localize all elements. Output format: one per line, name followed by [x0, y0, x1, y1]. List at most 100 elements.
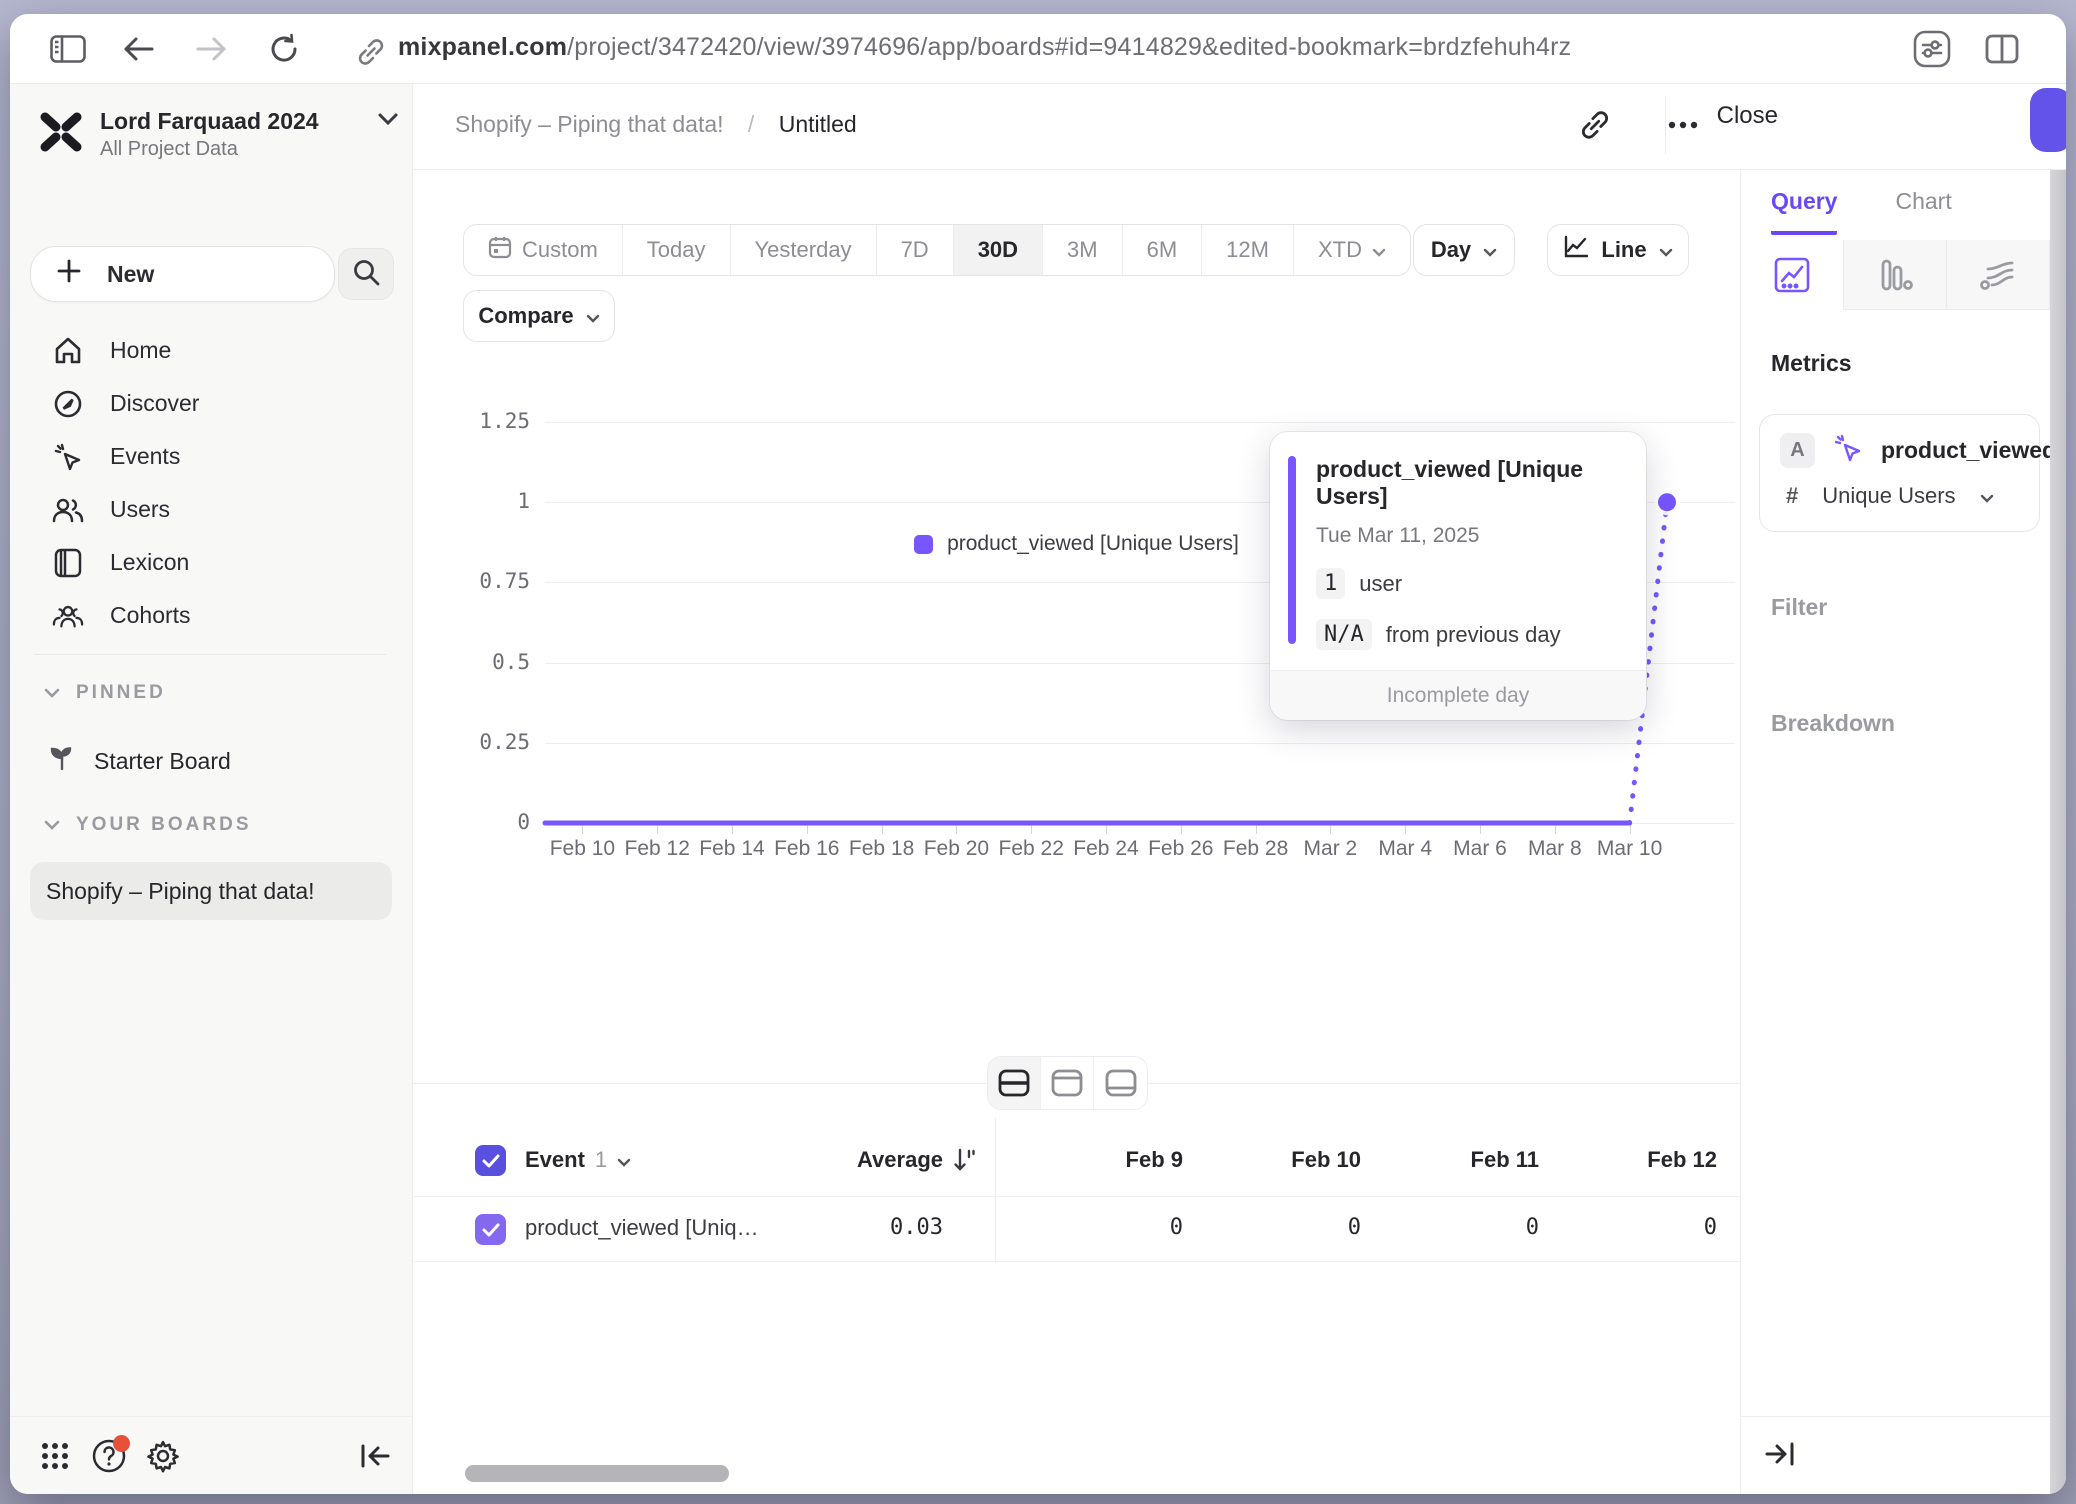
reader-settings-icon[interactable] — [1910, 27, 1954, 71]
search-button[interactable] — [338, 248, 394, 300]
plus-icon — [57, 259, 81, 289]
tooltip-accent-bar — [1288, 456, 1296, 644]
select-all-checkbox[interactable] — [475, 1145, 506, 1176]
layout-table-toggle[interactable] — [1094, 1057, 1147, 1109]
header-divider — [1665, 96, 1666, 154]
table-row[interactable]: product_viewed [Uniq… 0.03 0000 — [413, 1196, 1740, 1262]
project-switcher[interactable]: Lord Farquaad 2024 All Project Data — [38, 108, 388, 161]
metric-aggregation[interactable]: # Unique Users — [1786, 483, 1994, 509]
settings-gear-icon[interactable] — [140, 1433, 186, 1479]
apps-grid-icon[interactable] — [32, 1433, 78, 1479]
users-icon — [52, 496, 84, 524]
range-30d[interactable]: 30D — [954, 225, 1043, 275]
x-axis-tick-label: Mar 10 — [1597, 837, 1662, 861]
x-axis-tick-label: Feb 26 — [1148, 837, 1213, 861]
breadcrumb-board-link[interactable]: Shopify – Piping that data! — [455, 111, 724, 137]
table-cell-value: 0 — [1361, 1215, 1539, 1240]
chart-kind-flow-tab[interactable] — [1947, 240, 2050, 309]
browser-sidebar-toggle-icon[interactable] — [46, 27, 90, 71]
layout-toggle-group — [987, 1056, 1148, 1110]
layout-split-toggle[interactable] — [988, 1057, 1041, 1109]
sidebar-item-lexicon[interactable]: Lexicon — [10, 536, 412, 589]
granularity-dropdown[interactable]: Day — [1413, 224, 1515, 276]
more-options-icon[interactable] — [1660, 102, 1706, 148]
range-7d[interactable]: 7D — [877, 225, 954, 275]
row-checkbox[interactable] — [475, 1214, 506, 1245]
x-axis-tick-label: Feb 18 — [849, 837, 914, 861]
project-chevron-down-icon[interactable] — [378, 112, 398, 130]
chart-kind-bar-tab[interactable] — [1844, 240, 1947, 309]
split-view-icon[interactable] — [1980, 27, 2024, 71]
collapse-sidebar-icon[interactable] — [352, 1433, 398, 1479]
tab-query[interactable]: Query — [1771, 188, 1837, 235]
horizontal-scrollbar-thumb[interactable] — [465, 1465, 729, 1482]
range-6m[interactable]: 6M — [1123, 225, 1203, 275]
forward-icon[interactable] — [190, 27, 234, 71]
sidebar-footer — [10, 1416, 412, 1494]
filter-header[interactable]: Filter — [1771, 594, 1827, 621]
range-3m[interactable]: 3M — [1043, 225, 1123, 275]
sidebar-item-starter-board[interactable]: Starter Board — [48, 744, 231, 778]
back-icon[interactable] — [116, 27, 160, 71]
vertical-scrollbar[interactable] — [2050, 170, 2066, 1494]
table-date-column-header[interactable]: Feb 9 — [1005, 1147, 1183, 1173]
event-column-header[interactable]: Event 1 — [525, 1147, 631, 1173]
sidebar-item-board-shopify[interactable]: Shopify – Piping that data! — [30, 862, 392, 920]
chart-type-dropdown[interactable]: Line — [1547, 224, 1689, 276]
breakdown-header[interactable]: Breakdown — [1771, 710, 1895, 737]
range-today[interactable]: Today — [623, 225, 731, 275]
report-title[interactable]: Untitled — [779, 111, 857, 137]
pinned-section-header[interactable]: PINNED — [44, 682, 166, 704]
report-main: Custom Today Yesterday 7D 30D 3M 6M 12M … — [413, 170, 1740, 1494]
table-date-column-header[interactable]: Feb 12 — [1539, 1147, 1717, 1173]
range-12m[interactable]: 12M — [1202, 225, 1294, 275]
range-custom[interactable]: Custom — [464, 225, 623, 275]
compare-dropdown[interactable]: Compare — [463, 290, 615, 342]
table-date-column-header[interactable]: Feb 11 — [1361, 1147, 1539, 1173]
sidebar-item-events[interactable]: Events — [10, 430, 412, 483]
collapse-panel-icon[interactable] — [1757, 1431, 1803, 1477]
chart-tooltip: product_viewed [Unique Users] Tue Mar 11… — [1270, 432, 1646, 720]
tab-chart[interactable]: Chart — [1895, 188, 1951, 235]
browser-toolbar: mixpanel.com/project/3472420/view/397469… — [10, 14, 2066, 84]
tooltip-date: Tue Mar 11, 2025 — [1316, 524, 1620, 548]
chevron-down-icon — [1372, 237, 1386, 263]
sidebar-item-label: Lexicon — [110, 549, 189, 576]
help-icon[interactable] — [86, 1433, 132, 1479]
metrics-header: Metrics — [1771, 350, 1852, 377]
tooltip-value: 1 — [1316, 568, 1345, 599]
row-event-name: product_viewed [Uniq… — [525, 1215, 759, 1241]
close-button[interactable]: Close — [1717, 102, 1778, 130]
y-axis-tick-label: 0.25 — [440, 730, 530, 754]
hover-point-marker[interactable] — [1658, 493, 1676, 511]
x-axis-tick-label: Mar 8 — [1528, 837, 1582, 861]
table-date-column-header[interactable]: Feb 10 — [1183, 1147, 1361, 1173]
new-button[interactable]: New — [30, 246, 335, 302]
your-boards-section-header[interactable]: YOUR BOARDS — [44, 814, 252, 836]
average-column-header[interactable]: Average — [833, 1147, 943, 1173]
sidebar-item-cohorts[interactable]: Cohorts — [10, 589, 412, 642]
copy-link-icon[interactable] — [1572, 102, 1618, 148]
tooltip-delta: N/A — [1316, 619, 1372, 650]
project-subtitle: All Project Data — [100, 138, 319, 161]
chart-kind-line-tab[interactable] — [1741, 240, 1844, 310]
sidebar-item-home[interactable]: Home — [10, 324, 412, 377]
reload-icon[interactable] — [262, 27, 306, 71]
project-name: Lord Farquaad 2024 — [100, 108, 319, 135]
app-sidebar: Lord Farquaad 2024 All Project Data New … — [10, 84, 413, 1494]
save-button-partial[interactable] — [2030, 88, 2066, 152]
x-axis-tick-label: Feb 16 — [774, 837, 839, 861]
query-panel: Query Chart Metrics A product_viewed # — [1740, 170, 2066, 1494]
row-average-value: 0.03 — [833, 1215, 943, 1240]
sort-icon[interactable] — [953, 1148, 975, 1177]
metric-card[interactable]: A product_viewed # Unique Users — [1759, 414, 2040, 532]
layout-chart-toggle[interactable] — [1041, 1057, 1094, 1109]
sidebar-item-discover[interactable]: Discover — [10, 377, 412, 430]
tooltip-footer: Incomplete day — [1270, 670, 1646, 720]
url-bar[interactable]: mixpanel.com/project/3472420/view/397469… — [398, 33, 1571, 62]
range-yesterday[interactable]: Yesterday — [731, 225, 877, 275]
tooltip-title: product_viewed [Unique Users] — [1316, 456, 1620, 510]
sidebar-item-users[interactable]: Users — [10, 483, 412, 536]
hash-icon: # — [1786, 483, 1798, 509]
range-xtd[interactable]: XTD — [1294, 225, 1410, 275]
